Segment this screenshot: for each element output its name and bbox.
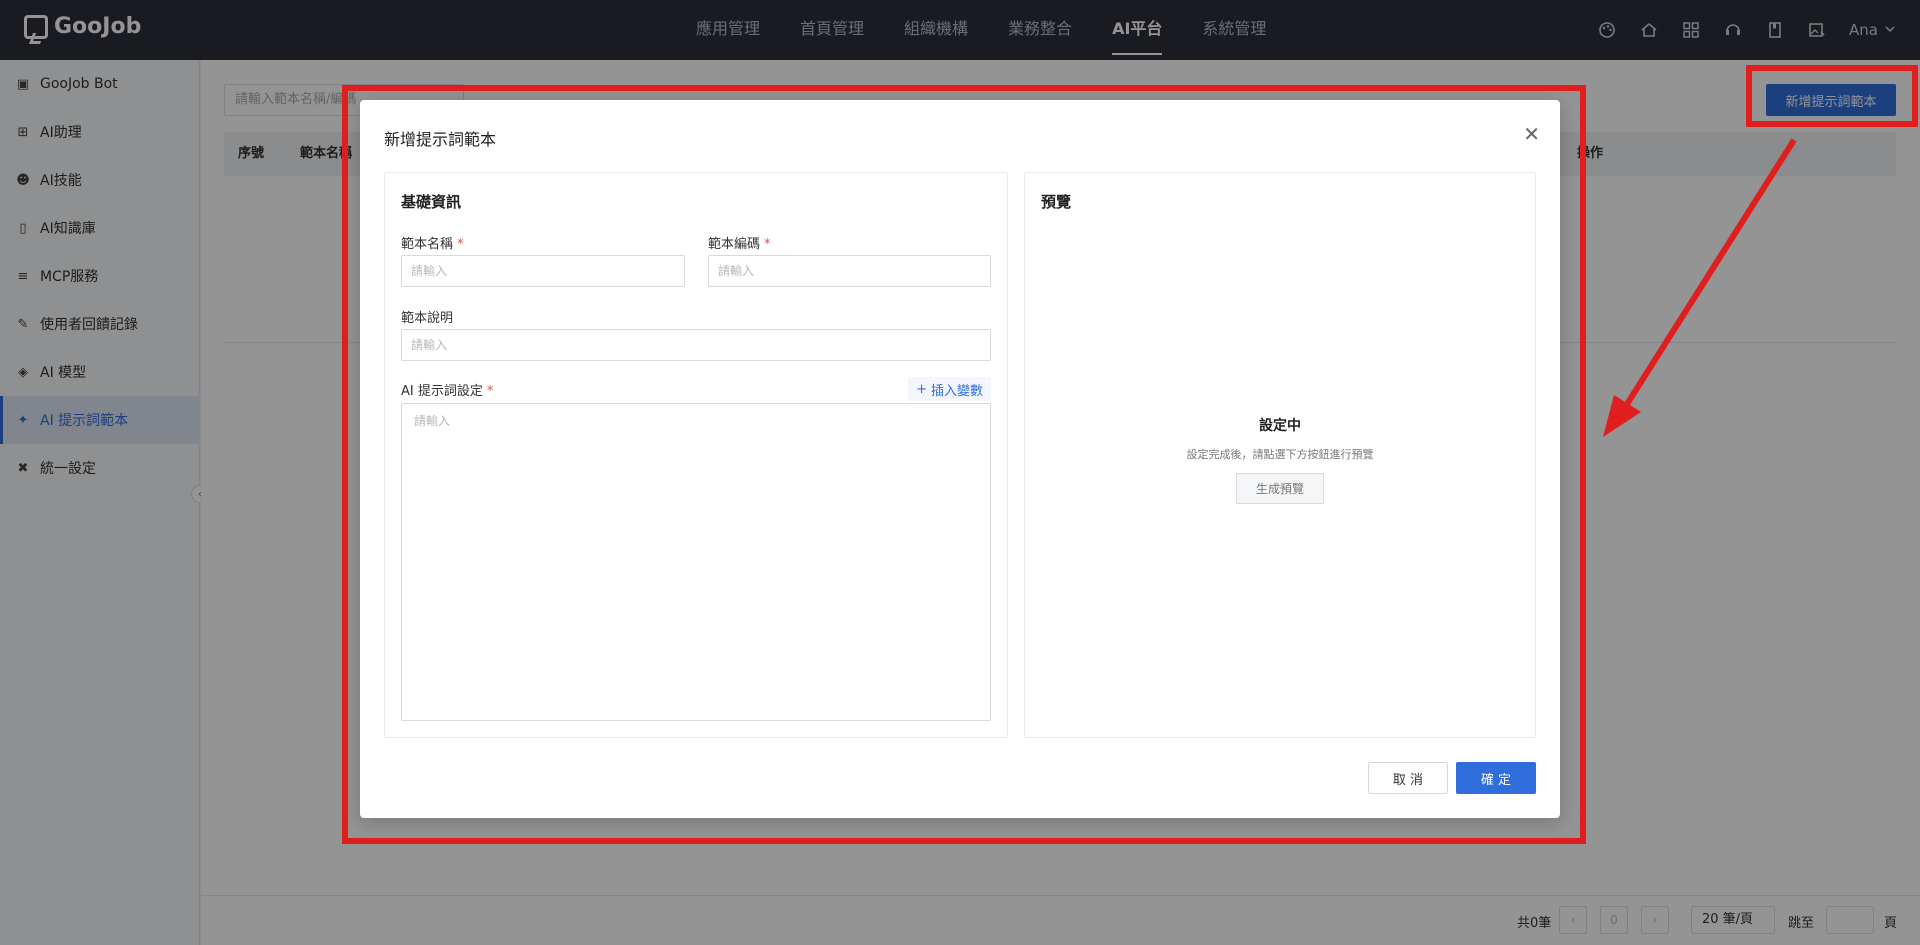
annotation-highlight-dialog xyxy=(342,85,1586,844)
annotation-highlight-add-button xyxy=(1746,65,1918,127)
